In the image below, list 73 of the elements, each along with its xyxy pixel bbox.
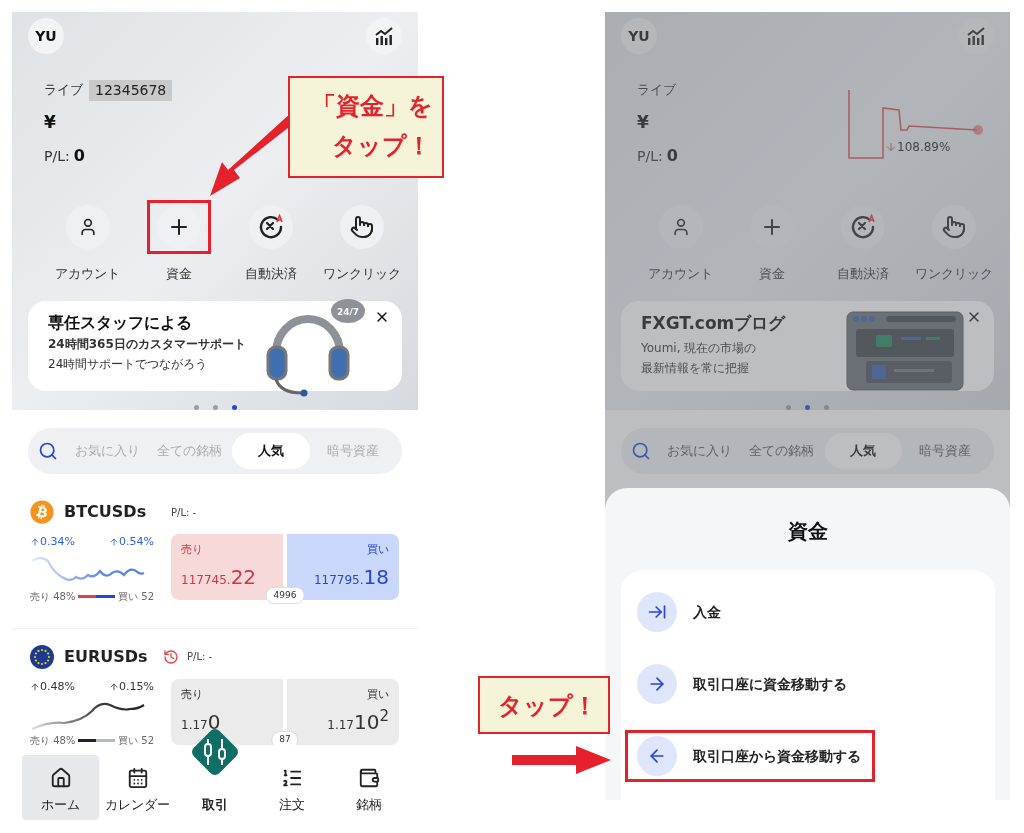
chart-icon: [374, 27, 394, 45]
nav-tab[interactable]: カレンダー: [99, 755, 177, 820]
callout-text: タップ！: [331, 131, 432, 162]
equity-change: 108.89%: [897, 139, 951, 156]
arrow-up-icon: [30, 681, 40, 692]
callout-text: タップ！: [498, 691, 598, 722]
promo-text: 24時間365日のカスタマーサポート: [48, 336, 246, 354]
promo-text: Youmi, 現在の市場の: [641, 339, 758, 357]
action-label: 資金: [758, 264, 785, 283]
promo-card[interactable]: FXGT.comブログ Youmi, 現在の市場の 最新情報を常に把握: [621, 301, 994, 391]
action-label: アカウント: [55, 264, 121, 283]
change-percent: 0.54%: [119, 534, 154, 550]
arrow-up-icon: [30, 537, 40, 548]
category-tab[interactable]: 人気: [824, 433, 903, 469]
avatar[interactable]: YU: [621, 18, 657, 54]
action-label: 自動決済: [244, 264, 297, 283]
sell-ratio: 売り 48%: [30, 589, 76, 604]
nav-tab[interactable]: 銘柄: [330, 755, 408, 820]
instrument-name: EURUSDs: [64, 645, 148, 668]
promo-title: 専任スタッフによる: [48, 312, 193, 335]
account-type: ライブ: [637, 81, 676, 100]
sheet-menu-item[interactable]: 取引口座に資金移動する: [636, 664, 849, 704]
action-label: 自動決済: [837, 264, 890, 283]
search-icon[interactable]: [38, 441, 58, 461]
search-icon[interactable]: [631, 441, 651, 461]
buy-ratio: 買い 52: [118, 734, 154, 748]
calendar-icon: [126, 766, 149, 789]
sell-ratio: 売り 48%: [30, 734, 76, 748]
arrow-down-icon: [885, 141, 897, 153]
nav-tab[interactable]: ホーム: [22, 755, 100, 820]
auto-close-icon: [257, 213, 284, 240]
change-percent: 0.48%: [40, 678, 75, 695]
pl-value: P/L: -: [187, 650, 213, 664]
pl-value: 0: [666, 144, 678, 167]
sheet-menu-item[interactable]: 取引口座から資金移動する: [636, 736, 863, 776]
hand-pointer-icon: [350, 214, 375, 239]
action-label: ワンクリック: [915, 264, 994, 283]
promo-text: 最新情報を常に把握: [641, 359, 750, 377]
nav-tab[interactable]: 注文: [253, 755, 331, 820]
balance-currency: ¥: [44, 111, 56, 134]
account-number: 12345678: [89, 79, 173, 101]
eu-flag-icon: [30, 644, 54, 669]
home-icon: [49, 766, 72, 789]
bitcoin-icon: [30, 500, 54, 524]
pl-value: 0: [73, 144, 85, 167]
sheet-title: 資金: [787, 518, 828, 545]
buy-ratio: 買い 52: [118, 589, 154, 604]
pl-value: P/L: -: [171, 505, 197, 520]
balance-currency: ¥: [637, 111, 649, 134]
auto-close-icon: [850, 213, 877, 240]
callout-text: 「資金」を: [312, 91, 434, 122]
pl-label: P/L:: [44, 146, 70, 166]
change-percent: 0.15%: [119, 678, 154, 695]
chart-button[interactable]: [366, 18, 402, 54]
action-label: 資金: [166, 264, 193, 283]
nav-tab[interactable]: 取引: [194, 792, 236, 820]
action-label: アカウント: [648, 264, 714, 283]
promo-text: 24時間サポートでつながろう: [48, 356, 209, 374]
pl-label: P/L:: [637, 146, 663, 166]
history-icon: [163, 648, 179, 665]
category-tab[interactable]: 人気: [232, 433, 310, 469]
change-percent: 0.34%: [40, 534, 75, 550]
arrow-up-icon: [109, 681, 120, 692]
avatar[interactable]: YU: [28, 18, 64, 54]
sheet-menu-item[interactable]: 入金: [636, 592, 723, 632]
account-type: ライブ: [44, 81, 83, 100]
hand-pointer-icon: [942, 214, 967, 239]
action-label: ワンクリック: [323, 264, 402, 283]
arrow-up-icon: [109, 537, 120, 548]
chart-icon: [966, 27, 986, 45]
instrument-name: BTCUSDs: [64, 501, 147, 523]
wallet-icon: [358, 766, 381, 789]
promo-title: FXGT.comブログ: [641, 312, 786, 336]
